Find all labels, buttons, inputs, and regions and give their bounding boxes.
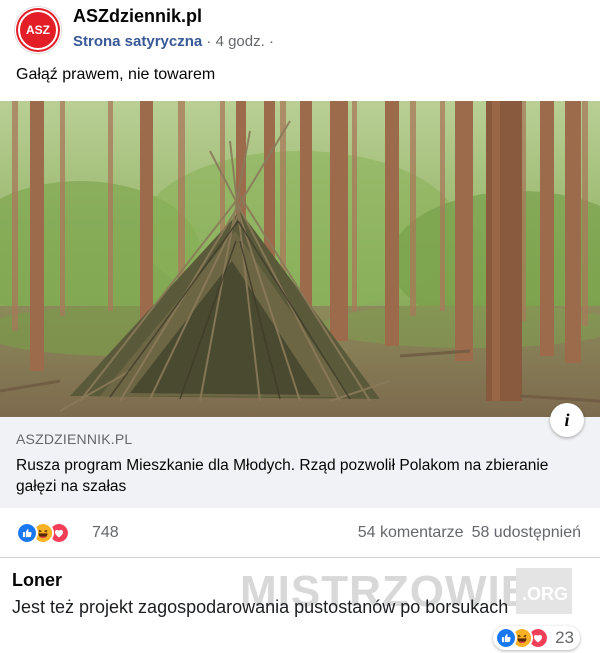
link-preview[interactable]: i ASZDZIENNIK.PL Rusza program Mieszkani… [0, 403, 600, 508]
reactions-bar: 748 54 komentarze 58 udostępnień [0, 508, 600, 558]
reaction-icons[interactable] [16, 522, 86, 544]
comment-reaction-icons [495, 627, 553, 649]
comment-reactions[interactable]: 23 [493, 626, 580, 650]
page-avatar[interactable]: ASZ [14, 6, 62, 54]
link-domain: ASZDZIENNIK.PL [16, 431, 133, 447]
comment-text: Jest też projekt zagospodarowania pustos… [12, 597, 509, 617]
forest-hut-image [0, 101, 600, 417]
engagement-counts: 54 komentarze 58 udostępnień [358, 524, 581, 542]
avatar-logo: ASZ [18, 10, 58, 50]
post-header: ASZ ASZdziennik.pl Strona satyryczna · 4… [0, 0, 600, 60]
info-icon[interactable]: i [550, 403, 584, 437]
like-icon [16, 522, 38, 544]
reaction-count[interactable]: 748 [92, 524, 119, 542]
like-icon [495, 627, 518, 649]
post-meta: Strona satyryczna · 4 godz. · [73, 33, 274, 50]
link-title[interactable]: Rusza program Mieszkanie dla Młodych. Rz… [16, 455, 576, 497]
svg-text:.ORG: .ORG [522, 584, 568, 604]
post-text: Gałąź prawem, nie towarem [16, 66, 216, 83]
comment-author[interactable]: Loner [12, 570, 62, 591]
comment: MISTRZOWIE .ORG Loner Jest też projekt z… [0, 558, 600, 653]
comment-reaction-count: 23 [555, 628, 574, 647]
meta-separator: · [206, 33, 212, 50]
privacy-dot: · [268, 33, 274, 50]
page-name[interactable]: ASZdziennik.pl [73, 6, 202, 27]
comments-count[interactable]: 54 komentarze [358, 524, 464, 541]
shares-count[interactable]: 58 udostępnień [472, 524, 581, 541]
post-time[interactable]: 4 godz. [216, 33, 265, 50]
page-subtitle[interactable]: Strona satyryczna [73, 33, 202, 50]
post-photo[interactable] [0, 101, 600, 417]
